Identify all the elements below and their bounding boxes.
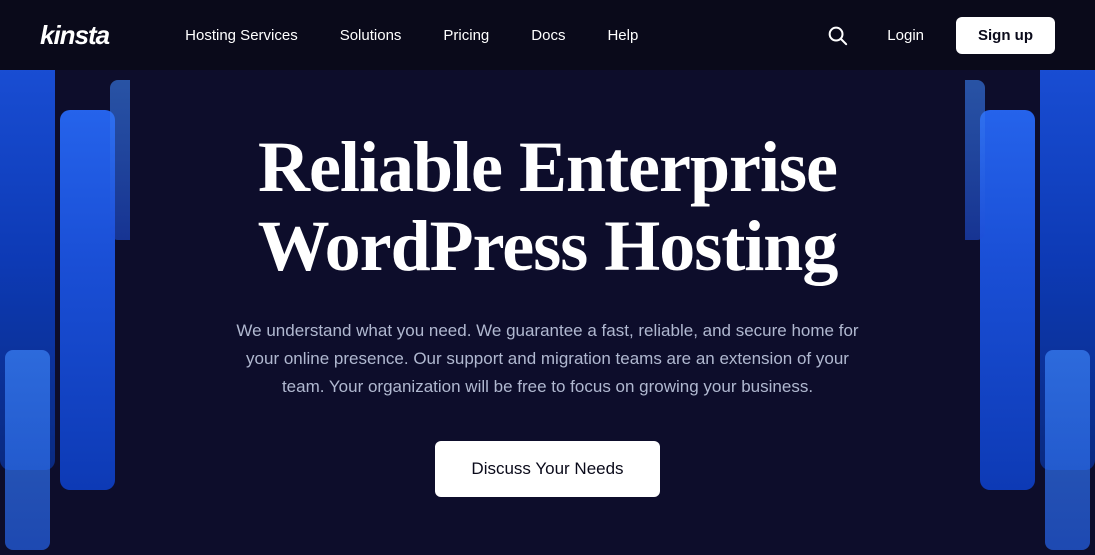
- nav-pricing[interactable]: Pricing: [427, 19, 505, 52]
- nav-links: Hosting Services Solutions Pricing Docs …: [169, 19, 819, 52]
- right-decoration: [965, 70, 1095, 555]
- hero-content: Reliable Enterprise WordPress Hosting We…: [188, 128, 908, 497]
- left-col-2: [60, 110, 115, 490]
- nav-actions: Login Sign up: [819, 17, 1055, 54]
- right-col-4: [965, 80, 985, 240]
- nav-docs[interactable]: Docs: [515, 19, 581, 52]
- right-col-3: [1045, 350, 1090, 550]
- search-icon: [826, 24, 848, 46]
- left-decoration: [0, 70, 130, 555]
- nav-help[interactable]: Help: [591, 19, 654, 52]
- hero-title-line1: Reliable Enterprise: [258, 127, 837, 207]
- navbar: kinsta Hosting Services Solutions Pricin…: [0, 0, 1095, 70]
- hero-subtitle: We understand what you need. We guarante…: [228, 317, 868, 401]
- left-col-4: [110, 80, 130, 240]
- hero-title-line2: WordPress Hosting: [258, 206, 838, 286]
- hero-title: Reliable Enterprise WordPress Hosting: [228, 128, 868, 286]
- nav-hosting-services[interactable]: Hosting Services: [169, 19, 314, 52]
- cta-button[interactable]: Discuss Your Needs: [435, 441, 659, 497]
- left-col-3: [5, 350, 50, 550]
- nav-solutions[interactable]: Solutions: [324, 19, 418, 52]
- right-col-2: [980, 110, 1035, 490]
- logo[interactable]: kinsta: [40, 20, 109, 51]
- logo-text: kinsta: [40, 20, 109, 50]
- signup-button[interactable]: Sign up: [956, 17, 1055, 54]
- search-button[interactable]: [819, 17, 855, 53]
- login-button[interactable]: Login: [875, 19, 936, 52]
- hero-section: Reliable Enterprise WordPress Hosting We…: [0, 70, 1095, 555]
